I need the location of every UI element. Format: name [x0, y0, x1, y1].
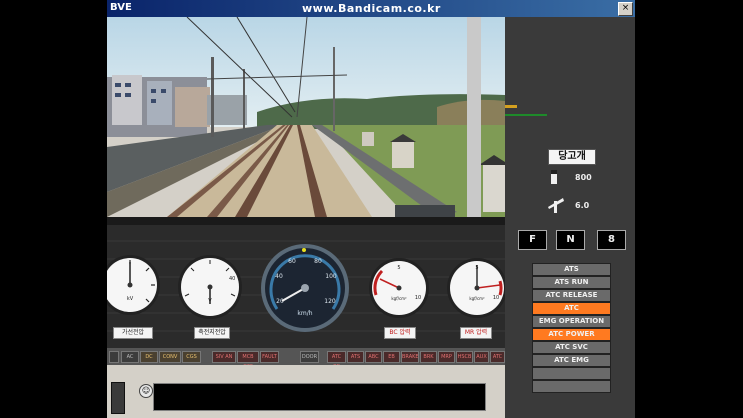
gauge-1-caption: 가선전압: [113, 327, 153, 339]
speed-tick: 120: [324, 298, 336, 305]
bve-window: BVE www.Bandicam.co.kr × kV 가선전압 40 V 축전…: [107, 0, 635, 418]
close-icon[interactable]: ×: [618, 2, 633, 16]
gradient-post-icon: [548, 198, 564, 213]
speed-tick: 40: [275, 273, 283, 280]
strip-button[interactable]: EB: [383, 351, 400, 363]
reverser-neutral[interactable]: N: [556, 230, 585, 250]
notch-position: 8: [597, 230, 626, 250]
battery-voltage-gauge: 40 V: [178, 255, 242, 319]
indicator-blank: [532, 380, 611, 393]
gauge-4-unit: kgf/cm²: [391, 296, 407, 301]
strip-button[interactable]: ATC BP: [327, 351, 346, 370]
strip-button[interactable]: BRK: [420, 351, 437, 363]
strip-spacer: [109, 351, 119, 363]
gauge-4-tick: 10: [415, 295, 421, 301]
brake-cylinder-gauge: 5 10 kgf/cm²: [369, 258, 429, 318]
gradient-value: 6.0: [575, 201, 590, 210]
strip-button[interactable]: HSCB: [456, 351, 473, 363]
strip-button[interactable]: CGS: [182, 351, 201, 363]
distance-value: 800: [575, 173, 592, 182]
reverser-forward[interactable]: F: [518, 230, 547, 250]
gauge-4-caption: BC 압력: [384, 327, 416, 339]
recorder-watermark: www.Bandicam.co.kr: [302, 2, 441, 15]
strip-button[interactable]: AUX: [474, 351, 489, 363]
strip-button[interactable]: AC: [121, 351, 139, 363]
speed-limit-marker: [302, 248, 306, 252]
indicator-ats: ATS: [532, 263, 611, 276]
strip-button[interactable]: ATS: [347, 351, 364, 363]
gauge-2-caption: 축전지전압: [194, 327, 230, 339]
speed-unit: km/h: [297, 310, 312, 317]
distance-post-icon: [551, 170, 557, 184]
driver-face-icon: ☺: [139, 384, 153, 398]
strip-button[interactable]: SIV AN: [212, 351, 236, 363]
gauge-4-tick: 5: [397, 265, 400, 271]
instrument-panel: kV 가선전압 40 V 축전지전압 20 40 60 80 100 120 k…: [107, 217, 505, 348]
gauge-5-unit: kgf/cm²: [469, 296, 485, 301]
railway-scene-graphic: [107, 17, 505, 217]
strip-button[interactable]: BRAKE: [401, 351, 419, 363]
speed-tick: 80: [314, 258, 322, 265]
indicator-emg-operation: EMG OPERATION: [532, 315, 611, 328]
strip-button[interactable]: FAULT: [260, 351, 279, 363]
speedometer: 20 40 60 80 100 120 km/h: [261, 244, 349, 332]
speed-tick: 60: [288, 258, 296, 265]
message-bar: ☺: [107, 365, 505, 418]
indicator-atc-svc: ATC SVC: [532, 341, 611, 354]
gauge-2-tick: 40: [229, 276, 235, 282]
indicator-atc: ATC: [532, 302, 611, 315]
strip-button[interactable]: DOOR: [300, 351, 319, 363]
strip-button[interactable]: MCB OFF: [237, 351, 259, 370]
next-station-label: 당고개: [548, 149, 596, 165]
indicator-atc-release: ATC RELEASE: [532, 289, 611, 302]
gradient-profile-graphic: [505, 17, 635, 127]
gauge-1-unit: kV: [127, 296, 134, 302]
speed-tick: 100: [325, 273, 337, 280]
catenary-voltage-gauge: kV: [107, 255, 160, 315]
strip-button[interactable]: ATC: [490, 351, 505, 363]
indicator-atc-emg: ATC EMG: [532, 354, 611, 367]
status-button-strip: AC DC CONV CGS SIV AN MCB OFF FAULT DOOR…: [107, 348, 505, 370]
train-position-marker: [505, 105, 517, 108]
main-reservoir-gauge: 5 10 kgf/cm²: [447, 258, 505, 318]
strip-button[interactable]: CONV: [159, 351, 181, 363]
indicator-atc-power: ATC POWER: [532, 328, 611, 341]
cab-view-scene: [107, 17, 505, 217]
message-display: [153, 383, 486, 411]
strip-button[interactable]: MRP: [438, 351, 455, 363]
power-lever-handle[interactable]: [111, 382, 125, 414]
gauge-5-caption: MR 압력: [460, 327, 492, 339]
strip-button[interactable]: ABC: [365, 351, 382, 363]
title-bar[interactable]: BVE www.Bandicam.co.kr ×: [107, 0, 635, 17]
indicator-blank: [532, 367, 611, 380]
strip-button[interactable]: DC: [140, 351, 158, 363]
gauge-2-unit: V: [208, 298, 212, 304]
indicator-ats-run: ATS RUN: [532, 276, 611, 289]
window-title: BVE: [110, 2, 132, 13]
side-status-panel: 당고개 800 6.0 F N 8 ATS ATS RUN ATC RELEAS…: [505, 17, 635, 418]
gauge-5-tick: 10: [493, 295, 499, 301]
